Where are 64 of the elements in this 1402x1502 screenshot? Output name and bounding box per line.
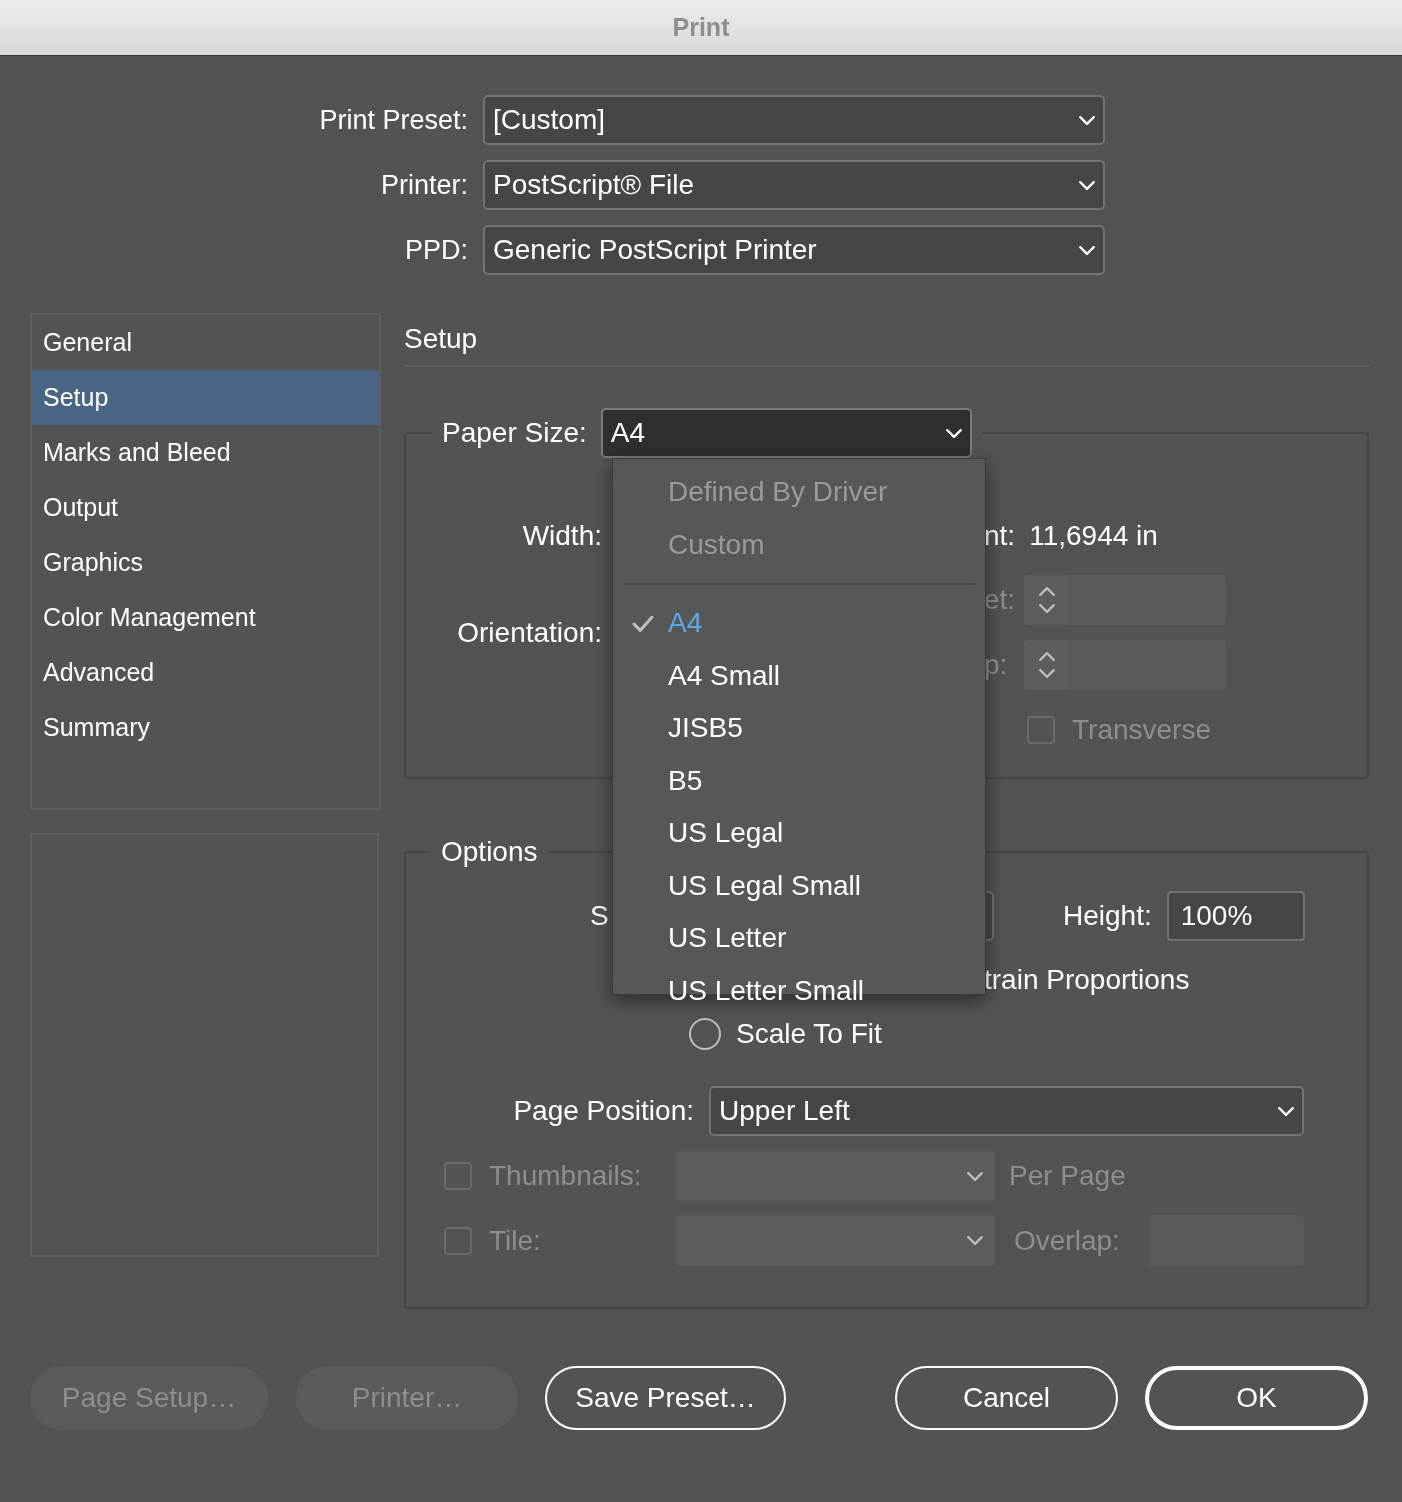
per-page-label: Per Page [1009,1159,1126,1193]
offset-label: et: [984,583,1017,617]
tile-dropdown[interactable] [676,1215,995,1266]
chevron-icon [967,1236,983,1245]
height-value: 11,6944 in [1029,519,1158,553]
page-position-dropdown[interactable]: Upper Left [709,1086,1304,1136]
offset-stepper[interactable] [1024,575,1069,625]
dropdown[interactable]: PostScript® File [483,160,1105,210]
field-label: Print Preset: [318,103,468,137]
paper-size-dropdown[interactable]: A4 [600,408,972,458]
menu-item[interactable]: US Legal [613,807,985,860]
sidebar-item[interactable]: Setup [32,370,379,425]
thumbnails-label: Thumbnails: [489,1159,643,1193]
chevron-icon [1079,115,1095,125]
dropdown[interactable]: Generic PostScript Printer [483,225,1105,275]
scale-label: S [590,899,609,933]
chevron-icon [1079,180,1095,190]
menu-item[interactable]: B5 [613,754,985,807]
sidebar-item[interactable]: Output [32,480,379,535]
width-label: Width: [521,519,602,553]
menu-item[interactable]: US Letter [613,912,985,965]
sidebar-item[interactable]: Advanced [32,645,379,700]
paper-size-label: Paper Size: [442,416,587,450]
radio-button[interactable] [689,1018,721,1050]
height-field[interactable]: 100% [1166,891,1305,941]
page-position-label: Page Position: [512,1094,694,1128]
menu-item[interactable]: US Legal Small [613,859,985,912]
window-title: Print [672,11,730,43]
sidebar-item[interactable]: Color Management [32,590,379,645]
transverse-label: Transverse [1072,713,1211,747]
chevron-down-icon [1038,604,1055,613]
height-label: nt: [984,519,1016,553]
sidebar-item[interactable]: Marks and Bleed [32,425,379,480]
sidebar-item[interactable]: Summary [32,700,379,755]
menu-item[interactable]: US Letter Small [613,964,985,1017]
overlap-label: Overlap: [1014,1223,1121,1258]
menu-item[interactable]: JISB5 [613,702,985,755]
gap-stepper[interactable] [1024,640,1069,690]
constrain-proportions-label: train Proportions [984,963,1190,997]
dialog-button[interactable]: Save Preset… [545,1366,786,1430]
chevron-up-icon [1038,652,1055,661]
dialog-button[interactable]: Cancel [895,1366,1118,1430]
check-icon [632,614,654,632]
gap-label: p: [984,648,1009,682]
sidebar-item[interactable]: Graphics [32,535,379,590]
dialog-button[interactable]: OK [1145,1366,1368,1430]
chevron-icon [1079,245,1095,255]
thumbnails-dropdown[interactable] [676,1151,995,1201]
tile-label: Tile: [489,1223,542,1258]
field-label: PPD: [403,233,468,267]
height-label: Height: [1061,899,1152,933]
chevron-icon [967,1171,983,1181]
field-label: Printer: [379,168,468,202]
dropdown[interactable]: [Custom] [483,95,1105,145]
options-title: Options [441,836,538,867]
sidebar-item[interactable]: General [32,315,379,370]
scale-to-fit-label: Scale To Fit [736,1017,882,1051]
chevron-icon [1278,1106,1294,1116]
section-title: Setup [404,322,478,356]
menu-item[interactable]: A4 Small [613,649,985,702]
chevron-icon [945,428,962,438]
chevron-down-icon [1038,669,1055,678]
chevron-up-icon [1038,587,1055,596]
orientation-label: Orientation: [457,615,602,650]
